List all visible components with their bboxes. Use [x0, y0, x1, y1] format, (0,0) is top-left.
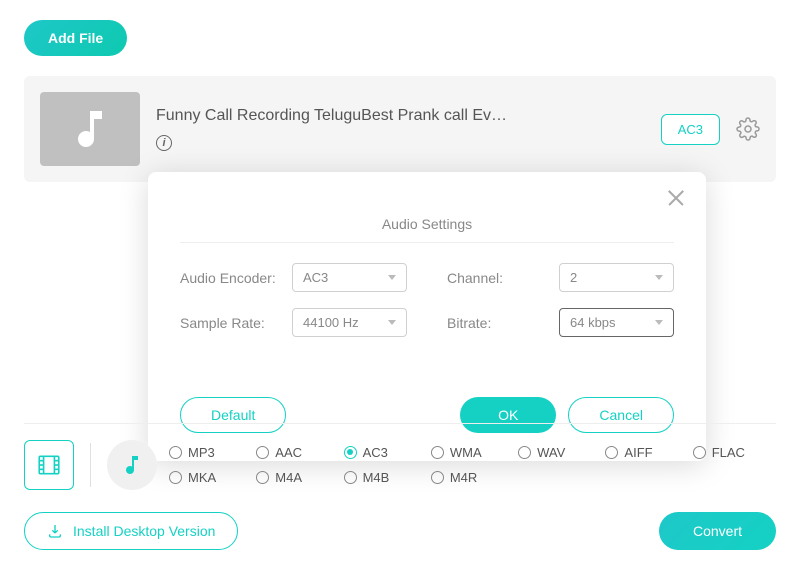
audio-settings-modal: Audio Settings Audio Encoder: AC3 Channe…	[148, 172, 706, 461]
format-label: WMA	[450, 445, 482, 460]
format-label: AC3	[363, 445, 388, 460]
samplerate-label: Sample Rate:	[180, 315, 280, 331]
file-row: Funny Call Recording TeluguBest Prank ca…	[24, 76, 776, 182]
format-label: M4R	[450, 470, 477, 485]
gear-icon[interactable]	[736, 117, 760, 141]
modal-title: Audio Settings	[180, 192, 674, 243]
channel-select[interactable]: 2	[559, 263, 674, 292]
format-option-flac[interactable]: FLAC	[693, 445, 776, 460]
video-tab[interactable]	[24, 440, 74, 490]
encoder-select[interactable]: AC3	[292, 263, 407, 292]
install-desktop-button[interactable]: Install Desktop Version	[24, 512, 238, 550]
format-label: FLAC	[712, 445, 745, 460]
format-option-m4a[interactable]: M4A	[256, 470, 339, 485]
format-option-m4r[interactable]: M4R	[431, 470, 514, 485]
chevron-down-icon	[388, 275, 396, 280]
format-option-aac[interactable]: AAC	[256, 445, 339, 460]
format-badge[interactable]: AC3	[661, 114, 720, 145]
format-option-mka[interactable]: MKA	[169, 470, 252, 485]
format-label: M4B	[363, 470, 390, 485]
encoder-label: Audio Encoder:	[180, 270, 280, 286]
convert-button[interactable]: Convert	[659, 512, 776, 550]
radio-icon	[256, 471, 269, 484]
bitrate-select[interactable]: 64 kbps	[559, 308, 674, 337]
radio-icon	[605, 446, 618, 459]
radio-icon	[344, 446, 357, 459]
divider	[90, 443, 91, 487]
chevron-down-icon	[655, 275, 663, 280]
bitrate-label: Bitrate:	[447, 315, 547, 331]
download-icon	[47, 523, 63, 539]
radio-icon	[169, 446, 182, 459]
radio-icon	[518, 446, 531, 459]
radio-icon	[344, 471, 357, 484]
format-label: MP3	[188, 445, 215, 460]
format-option-wma[interactable]: WMA	[431, 445, 514, 460]
radio-icon	[693, 446, 706, 459]
format-option-m4b[interactable]: M4B	[344, 470, 427, 485]
file-thumbnail	[40, 92, 140, 166]
format-label: MKA	[188, 470, 216, 485]
samplerate-select[interactable]: 44100 Hz	[292, 308, 407, 337]
audio-tab[interactable]	[107, 440, 157, 490]
format-label: M4A	[275, 470, 302, 485]
add-file-button[interactable]: Add File	[24, 20, 127, 56]
file-title: Funny Call Recording TeluguBest Prank ca…	[156, 107, 645, 125]
format-label: AIFF	[624, 445, 652, 460]
format-bar: MP3 AAC AC3 WMA WAV AIFF FLAC MKA M4A M4B M4R	[24, 423, 776, 490]
format-label: WAV	[537, 445, 565, 460]
format-option-aiff[interactable]: AIFF	[605, 445, 688, 460]
radio-icon	[431, 471, 444, 484]
format-option-ac3[interactable]: AC3	[344, 445, 427, 460]
chevron-down-icon	[655, 320, 663, 325]
info-icon[interactable]: i	[156, 135, 172, 151]
format-option-wav[interactable]: WAV	[518, 445, 601, 460]
music-icon	[120, 453, 144, 477]
format-option-mp3[interactable]: MP3	[169, 445, 252, 460]
music-note-icon	[66, 105, 114, 153]
film-icon	[36, 452, 62, 478]
close-icon[interactable]	[666, 188, 686, 208]
radio-icon	[169, 471, 182, 484]
radio-icon	[431, 446, 444, 459]
format-label: AAC	[275, 445, 302, 460]
channel-label: Channel:	[447, 270, 547, 286]
chevron-down-icon	[388, 320, 396, 325]
radio-icon	[256, 446, 269, 459]
